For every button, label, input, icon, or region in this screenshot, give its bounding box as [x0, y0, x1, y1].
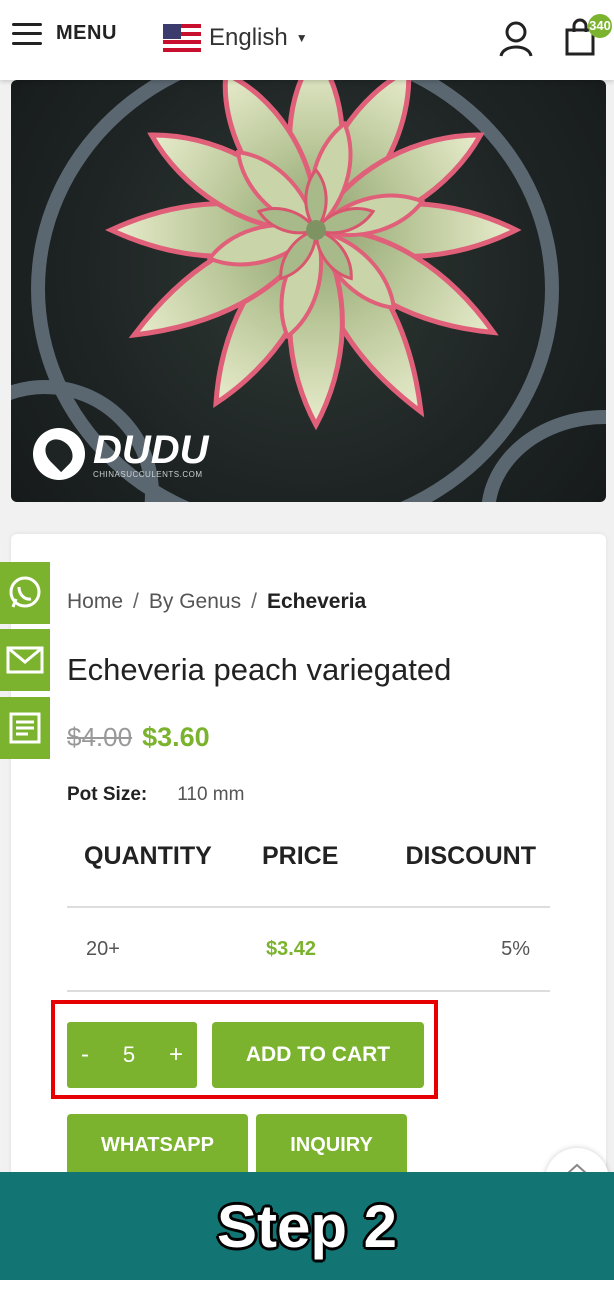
increment-button[interactable]: +	[155, 1041, 197, 1069]
leaf-logo-icon	[33, 428, 85, 480]
breadcrumb-current: Echeveria	[266, 590, 367, 613]
form-icon	[9, 712, 41, 744]
top-bar: MENU English ▼ 340	[0, 0, 614, 80]
menu-label: MENU	[56, 22, 117, 44]
side-form-button[interactable]	[0, 697, 50, 759]
inquiry-button[interactable]: INQUIRY	[256, 1114, 407, 1176]
menu-button[interactable]: MENU	[12, 22, 117, 45]
step-label: Step 2	[216, 1192, 398, 1260]
hamburger-icon	[12, 22, 42, 45]
dudu-logo: DUDU CHINASUCCULENTS.COM	[33, 428, 209, 480]
breadcrumb-home[interactable]: Home	[67, 590, 123, 614]
product-title: Echeveria peach variegated	[67, 652, 452, 687]
language-label: English	[209, 24, 288, 51]
pot-size-value: 110 mm	[177, 784, 245, 805]
pot-size-row: Pot Size: 110 mm	[67, 784, 244, 806]
sale-price: $3.60	[142, 722, 210, 752]
us-flag-icon	[163, 24, 201, 52]
decrement-button[interactable]: -	[67, 1041, 103, 1069]
row-price: $3.42	[266, 937, 317, 960]
product-image[interactable]: DUDU CHINASUCCULENTS.COM	[11, 80, 606, 502]
side-whatsapp-button[interactable]	[0, 562, 50, 624]
discount-table: QUANTITY PRICE DISCOUNT 20+ $3.42 5%	[67, 842, 550, 992]
row-quantity: 20+	[86, 937, 120, 960]
user-icon[interactable]	[498, 20, 534, 63]
row-discount: 5%	[501, 937, 530, 960]
bottom-nav-strip	[0, 1280, 614, 1291]
old-price: $4.00	[67, 722, 133, 752]
breadcrumb: Home / By Genus / Echeveria	[67, 590, 367, 614]
side-email-button[interactable]	[0, 629, 50, 691]
discount-table-header: QUANTITY PRICE DISCOUNT	[67, 842, 550, 908]
col-price: PRICE	[262, 842, 339, 870]
caret-down-icon: ▼	[295, 31, 308, 45]
col-quantity: QUANTITY	[84, 842, 212, 870]
quantity-stepper[interactable]: - 5 +	[67, 1022, 197, 1088]
add-to-cart-button[interactable]: ADD TO CART	[212, 1022, 424, 1088]
language-selector[interactable]: English ▼	[163, 24, 308, 52]
cart-count-badge: 340	[588, 14, 612, 38]
pot-size-label: Pot Size:	[67, 784, 148, 805]
quantity-input[interactable]: 5	[109, 1042, 149, 1068]
whatsapp-icon	[9, 576, 41, 608]
whatsapp-button[interactable]: WHATSAPP	[67, 1114, 248, 1176]
col-discount: DISCOUNT	[405, 842, 536, 870]
price-row: $4.00 $3.60	[67, 722, 210, 753]
step-banner: Step 2	[0, 1172, 614, 1280]
table-row: 20+ $3.42 5%	[67, 908, 550, 992]
email-icon	[6, 646, 44, 674]
breadcrumb-by-genus[interactable]: By Genus	[149, 590, 241, 614]
